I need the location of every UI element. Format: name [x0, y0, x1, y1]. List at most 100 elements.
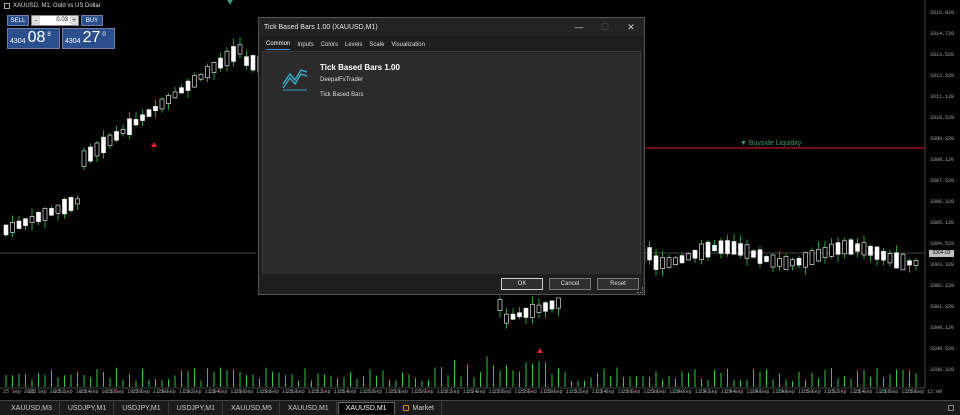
dialog-tab-levels[interactable]: Levels	[345, 42, 362, 50]
candle-body	[874, 246, 880, 260]
time-axis-label: 25 Sep 12:00	[906, 389, 943, 395]
candle-body	[699, 243, 704, 260]
buy-price-box[interactable]: 4304 27 0	[62, 28, 115, 49]
chart-tab[interactable]: Market	[396, 402, 442, 414]
price-axis-label: 3301.320	[930, 304, 955, 310]
candle-body	[809, 250, 815, 265]
candle-body	[536, 304, 542, 314]
minimize-button[interactable]: —	[566, 18, 592, 36]
top-arrow-marker	[227, 0, 233, 5]
price-axis-label: 3309.320	[930, 136, 955, 142]
candle-body	[666, 257, 672, 268]
candle-body	[842, 240, 847, 255]
chart-tab-label: XAUUSD,M1	[345, 405, 387, 412]
chart-tab-label: Market	[412, 404, 434, 412]
buyside-liquidity-label: ▼ Buyside Liquidity	[740, 140, 802, 147]
dialog-footer: OK Cancel Reset	[259, 274, 644, 294]
sell-price-box[interactable]: 4304 08 8	[7, 28, 60, 49]
candle-body	[523, 307, 529, 318]
chart-tab[interactable]: XAUUSD,M3	[4, 402, 60, 414]
dialog-tab-colors[interactable]: Colors	[321, 42, 338, 50]
price-axis-label: 3306.320	[930, 199, 955, 205]
candle-body	[146, 109, 152, 117]
candle-body	[49, 208, 54, 216]
chart-tab[interactable]: USDJPY,M1	[115, 402, 169, 414]
chart-window-icon	[4, 3, 10, 9]
chart-tab-label: XAUUSD,M3	[11, 404, 52, 412]
candle-body	[543, 302, 548, 312]
candle-body	[692, 249, 698, 259]
chart-tab[interactable]: XAUUSD,M1	[337, 402, 395, 414]
candle-body	[205, 66, 210, 79]
dialog-tabs: Common Inputs Colors Levels Scale Visualizati…	[259, 36, 644, 50]
tabbar-menu-icon[interactable]	[948, 405, 954, 411]
cancel-button[interactable]: Cancel	[549, 278, 591, 290]
dialog-tab-scale[interactable]: Scale	[369, 42, 384, 50]
candle-body	[796, 258, 802, 266]
candle-body	[153, 106, 158, 111]
buy-price-sup: 0	[102, 32, 106, 38]
candle-body	[816, 248, 821, 262]
chart-tab-label: USDJPY,M1	[176, 404, 216, 412]
sell-button[interactable]: SELL	[7, 15, 29, 26]
chart-tab[interactable]: USDJPY,M1	[170, 402, 224, 414]
candle-body	[166, 95, 171, 104]
indicator-properties-dialog: Tick Based Bars 1.00 (XAUUSD,M1) — ☐ ✕ C…	[258, 17, 645, 295]
candle-body	[861, 242, 867, 256]
candle-body	[101, 136, 106, 154]
candle-body	[835, 242, 841, 255]
candle-body	[250, 55, 256, 71]
chart-tab-label: XAUUSD,M5	[231, 404, 272, 412]
candle-body	[218, 57, 223, 69]
buy-button[interactable]: BUY	[81, 15, 103, 26]
candle-body	[192, 75, 197, 88]
candle-body	[822, 247, 828, 258]
candle-body	[62, 198, 67, 215]
chart-tab[interactable]: XAUUSD,M5	[224, 402, 280, 414]
candle-body	[55, 204, 61, 214]
lot-decrease-button[interactable]: -	[32, 16, 40, 25]
dialog-tab-inputs[interactable]: Inputs	[297, 42, 313, 50]
candle-body	[530, 303, 535, 318]
price-axis-label: 3314.720	[930, 31, 955, 37]
candle-body	[10, 222, 15, 233]
price-axis-label: 3310.520	[930, 115, 955, 121]
dialog-title: Tick Based Bars 1.00 (XAUUSD,M1)	[264, 23, 378, 31]
candle-body	[88, 146, 93, 162]
current-price-tag: 3304.03	[929, 250, 954, 257]
candle-body	[107, 134, 113, 147]
price-axis-label: 3298.320	[930, 367, 955, 373]
candle-body	[231, 46, 236, 62]
candle-body	[75, 198, 80, 205]
candle-body	[718, 240, 724, 254]
one-click-trading-panel: SELL - 0.03 + BUY 4304 08 8 4304 27 0	[7, 15, 115, 49]
price-axis-label: 3300.120	[930, 325, 955, 331]
lot-size-input[interactable]: 0.03	[40, 16, 70, 25]
lot-size-stepper[interactable]: - 0.03 +	[31, 15, 79, 26]
dialog-tab-visualization[interactable]: Visualization	[391, 42, 425, 50]
candle-body	[848, 239, 854, 255]
chart-tab[interactable]: USDJPY,M1	[61, 402, 115, 414]
close-button[interactable]: ✕	[618, 18, 644, 36]
candle-body	[159, 98, 165, 110]
dialog-title-bar[interactable]: Tick Based Bars 1.00 (XAUUSD,M1) — ☐ ✕	[259, 18, 644, 36]
candle-body	[660, 257, 665, 269]
reset-button[interactable]: Reset	[597, 278, 639, 290]
dialog-tab-common[interactable]: Common	[266, 41, 291, 50]
candle-body	[783, 256, 789, 270]
sell-price-big: 08	[27, 29, 46, 46]
candle-body	[504, 313, 509, 324]
price-axis-label: 3313.520	[930, 52, 955, 58]
chart-tab[interactable]: XAUUSD,M1	[281, 402, 337, 414]
price-axis-label: 3305.120	[930, 220, 955, 226]
lot-increase-button[interactable]: +	[70, 16, 78, 25]
candle-body	[777, 258, 782, 267]
ok-button[interactable]: OK	[501, 278, 543, 290]
candle-body	[517, 312, 522, 318]
candle-body	[237, 44, 243, 55]
candle-body	[81, 150, 87, 167]
indicator-author: DeepalFxTrader	[320, 77, 364, 83]
candle-body	[497, 299, 503, 311]
resize-grip[interactable]	[637, 287, 643, 293]
sell-price-prefix: 4304	[10, 38, 26, 45]
